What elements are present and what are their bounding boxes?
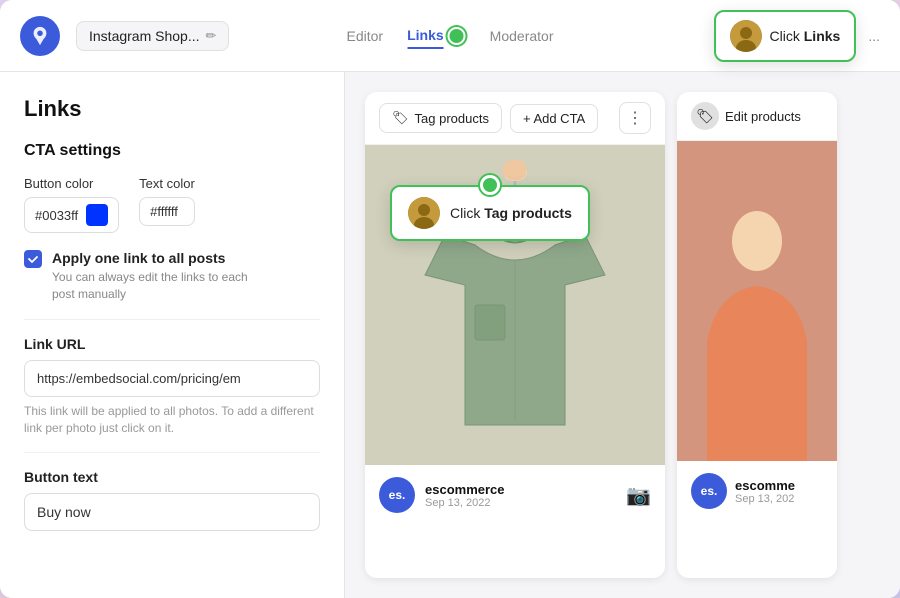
tab-moderator[interactable]: Moderator (490, 24, 554, 48)
text-color-value: #ffffff (150, 204, 178, 219)
partial-username: escomme (735, 478, 823, 493)
tooltip-person-avatar (408, 197, 440, 229)
post-card-partial: 🏷 Edit products es. (677, 92, 837, 578)
text-color-input[interactable]: #ffffff (139, 197, 195, 226)
post-card-header: 🏷 Tag products + Add CTA ⋮ (365, 92, 665, 145)
tag-products-bold: Tag products (484, 205, 572, 221)
link-url-hint: This link will be applied to all photos.… (24, 403, 320, 437)
post-footer: es. escommerce Sep 13, 2022 📷 (365, 465, 665, 525)
content-area: 🏷 Tag products + Add CTA ⋮ (345, 72, 900, 598)
button-color-group: Button color #0033ff (24, 176, 119, 233)
partial-footer: es. escomme Sep 13, 202 (677, 461, 837, 521)
apply-one-link-row: Apply one link to all posts You can alwa… (24, 249, 320, 303)
top-nav: Instagram Shop... ✏ Editor Links Moderat… (0, 0, 900, 72)
post-avatar: es. (379, 477, 415, 513)
post-username: escommerce (425, 482, 616, 497)
avatar-text: es. (389, 488, 406, 502)
main-content: Links CTA settings Button color #0033ff … (0, 72, 900, 598)
button-text-label: Button text (24, 469, 320, 485)
divider-1 (24, 319, 320, 320)
button-color-value: #0033ff (35, 208, 78, 223)
tab-links-group: Links (407, 23, 466, 49)
partial-icon-symbol: 🏷 (696, 108, 714, 125)
nav-tabs: Editor Links Moderator (347, 23, 554, 49)
nav-right: Click Links ... (714, 10, 880, 62)
more-dots-icon: ⋮ (627, 108, 643, 128)
checkbox-label: Apply one link to all posts (52, 249, 248, 267)
nav-more-label[interactable]: ... (868, 28, 880, 44)
click-links-text: Click Links (770, 28, 841, 44)
avatar-image (730, 20, 762, 52)
nav-logo[interactable] (20, 16, 60, 56)
button-color-label: Button color (24, 176, 119, 191)
tag-products-label: Tag products (415, 111, 489, 126)
partial-header: 🏷 Edit products (677, 92, 837, 141)
more-options-button[interactable]: ⋮ (619, 102, 651, 134)
tooltip-avatar (730, 20, 762, 52)
add-cta-label: + Add CTA (523, 111, 585, 126)
text-color-group: Text color #ffffff (139, 176, 195, 233)
instagram-icon: 📷 (626, 483, 651, 508)
partial-info: escomme Sep 13, 202 (735, 478, 823, 505)
sidebar: Links CTA settings Button color #0033ff … (0, 72, 345, 598)
partial-icon: 🏷 (691, 102, 719, 130)
tooltip-connector-dot (480, 175, 500, 195)
link-url-input[interactable] (24, 360, 320, 397)
links-active-dot (448, 27, 466, 45)
tag-products-tooltip: Click Tag products (390, 185, 590, 241)
partial-avatar-text: es. (701, 484, 718, 498)
color-form-row: Button color #0033ff Text color #ffffff (24, 176, 320, 233)
cta-settings-title: CTA settings (24, 142, 320, 160)
click-prefix: Click (450, 205, 484, 221)
link-url-label: Link URL (24, 336, 320, 352)
button-text-input[interactable] (24, 493, 320, 531)
divider-2 (24, 452, 320, 453)
post-info: escommerce Sep 13, 2022 (425, 482, 616, 509)
edit-products-label: Edit products (725, 109, 801, 124)
tag-products-button[interactable]: 🏷 Tag products (379, 103, 502, 133)
brand-name-text: Instagram Shop... (89, 28, 200, 44)
partial-post-image (677, 141, 837, 461)
tab-links[interactable]: Links (407, 23, 444, 49)
apply-one-link-checkbox[interactable] (24, 250, 42, 268)
tag-tooltip-text: Click Tag products (450, 205, 572, 221)
click-links-tooltip: Click Links (714, 10, 857, 62)
sidebar-title: Links (24, 96, 320, 122)
partial-avatar: es. (691, 473, 727, 509)
nav-brand-button[interactable]: Instagram Shop... ✏ (76, 21, 229, 51)
button-color-swatch[interactable] (86, 204, 108, 226)
tag-icon: 🏷 (392, 110, 409, 126)
text-color-label: Text color (139, 176, 195, 191)
post-date: Sep 13, 2022 (425, 497, 616, 509)
button-color-input[interactable]: #0033ff (24, 197, 119, 233)
add-cta-button[interactable]: + Add CTA (510, 104, 598, 133)
edit-brand-icon: ✏ (206, 28, 217, 44)
post-card-main: 🏷 Tag products + Add CTA ⋮ (365, 92, 665, 578)
app-container: Instagram Shop... ✏ Editor Links Moderat… (0, 0, 900, 598)
checkbox-sub: You can always edit the links to eachpos… (52, 269, 248, 303)
tab-editor[interactable]: Editor (347, 24, 384, 48)
partial-date: Sep 13, 202 (735, 493, 823, 505)
